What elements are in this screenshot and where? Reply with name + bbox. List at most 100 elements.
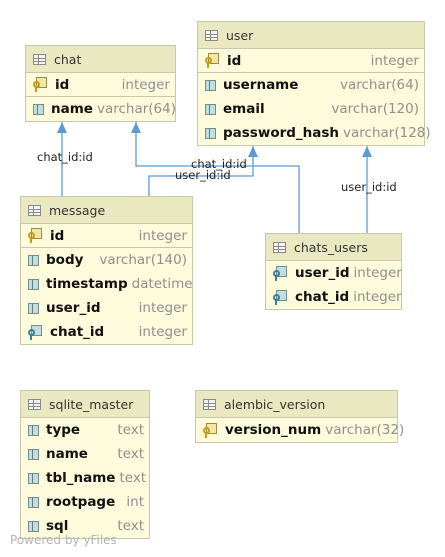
column-icon bbox=[28, 254, 39, 266]
primary-key-icon bbox=[33, 77, 48, 92]
arrowhead bbox=[248, 146, 258, 157]
column-name: id bbox=[55, 76, 70, 93]
arrowhead bbox=[362, 146, 372, 157]
column-type: varchar(128) bbox=[343, 125, 431, 141]
column-row[interactable]: name varchar(64) bbox=[26, 97, 176, 121]
primary-key-icon bbox=[203, 422, 218, 438]
column-icon bbox=[28, 448, 39, 460]
table-header: chats_users bbox=[266, 234, 401, 261]
column-name: version_num bbox=[225, 422, 322, 438]
column-name: type bbox=[46, 422, 81, 438]
table-sqlite-master[interactable]: sqlite_master type text name text tbl_name tex… bbox=[20, 390, 150, 539]
column-type: text bbox=[117, 422, 144, 438]
column-name: id bbox=[50, 227, 65, 244]
arrowhead bbox=[131, 122, 141, 133]
column-row[interactable]: body varchar(140) bbox=[21, 248, 192, 272]
column-type: text bbox=[117, 518, 144, 534]
column-row[interactable]: username varchar(64) bbox=[198, 73, 424, 97]
column-icon bbox=[205, 103, 216, 115]
column-name: id bbox=[227, 52, 242, 69]
table-name: alembic_version bbox=[224, 396, 326, 412]
column-row[interactable]: id integer bbox=[21, 224, 192, 248]
column-type: integer bbox=[138, 227, 187, 244]
table-icon bbox=[28, 398, 41, 410]
column-type: integer bbox=[138, 324, 187, 340]
table-icon bbox=[28, 204, 41, 216]
table-user[interactable]: user id integer username varchar(64) email var… bbox=[197, 21, 431, 146]
column-row[interactable]: user_id integer bbox=[266, 261, 402, 285]
column-name: user_id bbox=[46, 300, 101, 316]
column-icon bbox=[33, 103, 44, 115]
table-header: message bbox=[21, 197, 192, 224]
table-alembic-version[interactable]: alembic_version version_num varchar(32) bbox=[195, 390, 404, 443]
column-name: name bbox=[51, 101, 93, 117]
table-header: chat bbox=[26, 46, 175, 73]
column-row[interactable]: type text bbox=[21, 418, 149, 442]
column-type: text bbox=[117, 446, 144, 462]
column-row[interactable]: chat_id integer bbox=[266, 285, 402, 309]
column-type: varchar(64) bbox=[96, 101, 176, 117]
table-name: sqlite_master bbox=[49, 396, 134, 412]
column-type: text bbox=[119, 470, 147, 486]
relation-label: chat_id:id bbox=[37, 150, 93, 164]
table-icon bbox=[33, 53, 46, 65]
column-type: int bbox=[126, 494, 144, 510]
column-row[interactable]: id integer bbox=[26, 73, 175, 97]
column-row[interactable]: name text bbox=[21, 442, 149, 466]
column-icon bbox=[28, 496, 39, 508]
column-name: body bbox=[46, 252, 84, 268]
table-icon bbox=[205, 29, 218, 41]
column-name: chat_id bbox=[295, 289, 350, 305]
table-icon bbox=[203, 398, 216, 410]
table-header: alembic_version bbox=[196, 391, 397, 418]
table-header: sqlite_master bbox=[21, 391, 149, 418]
relation-message-chat[interactable]: chat_id:id bbox=[37, 122, 93, 196]
column-icon bbox=[28, 302, 39, 314]
column-name: tbl_name bbox=[46, 470, 116, 486]
column-name: name bbox=[46, 446, 88, 462]
column-row[interactable]: chat_id integer bbox=[21, 320, 192, 344]
table-chat[interactable]: chat id integer name varchar(64) bbox=[25, 45, 176, 122]
column-name: email bbox=[223, 101, 265, 117]
column-name: timestamp bbox=[46, 276, 128, 292]
relation-chats_users-user[interactable]: user_id:id bbox=[341, 146, 397, 233]
foreign-key-icon bbox=[28, 324, 43, 340]
primary-key-icon bbox=[28, 228, 43, 243]
table-header: user bbox=[198, 22, 424, 49]
column-type: datetime bbox=[131, 276, 193, 292]
column-row[interactable]: tbl_name text bbox=[21, 466, 149, 490]
watermark: Powered by yFiles bbox=[10, 533, 117, 547]
column-icon bbox=[205, 127, 216, 139]
column-name: chat_id bbox=[50, 324, 105, 340]
table-message[interactable]: message id integer body varchar(140) timestam… bbox=[20, 196, 193, 345]
column-row[interactable]: version_num varchar(32) bbox=[196, 418, 404, 442]
column-type: varchar(32) bbox=[325, 422, 405, 438]
diagram-canvas: chat_id:id user_id:id chat_id:id user_id:id… bbox=[0, 0, 445, 557]
column-row[interactable]: id integer bbox=[198, 49, 424, 73]
column-type: integer bbox=[370, 52, 419, 69]
table-name: user bbox=[226, 27, 254, 43]
column-row[interactable]: email varchar(120) bbox=[198, 97, 424, 121]
column-icon bbox=[28, 520, 39, 532]
column-row[interactable]: user_id integer bbox=[21, 296, 192, 320]
column-icon bbox=[28, 424, 39, 436]
column-name: user_id bbox=[295, 265, 350, 281]
column-name: rootpage bbox=[46, 494, 116, 510]
column-icon bbox=[205, 79, 216, 91]
foreign-key-icon bbox=[273, 289, 288, 305]
column-row[interactable]: rootpage int bbox=[21, 490, 149, 514]
relation-label: user_id:id bbox=[341, 180, 397, 194]
table-name: chat bbox=[54, 51, 82, 67]
column-row[interactable]: password_hash varchar(128) bbox=[198, 121, 431, 145]
column-name: username bbox=[223, 77, 299, 93]
column-type: varchar(140) bbox=[99, 252, 187, 268]
column-row[interactable]: timestamp datetime bbox=[21, 272, 193, 296]
table-chats-users[interactable]: chats_users user_id integer chat_id integer bbox=[265, 233, 402, 310]
column-type: integer bbox=[138, 300, 187, 316]
column-type: integer bbox=[353, 289, 402, 305]
foreign-key-icon bbox=[273, 265, 288, 281]
relation-message-user[interactable]: user_id:id bbox=[148, 146, 258, 196]
column-type: integer bbox=[121, 76, 170, 93]
column-icon bbox=[28, 472, 39, 484]
column-icon bbox=[28, 278, 39, 290]
